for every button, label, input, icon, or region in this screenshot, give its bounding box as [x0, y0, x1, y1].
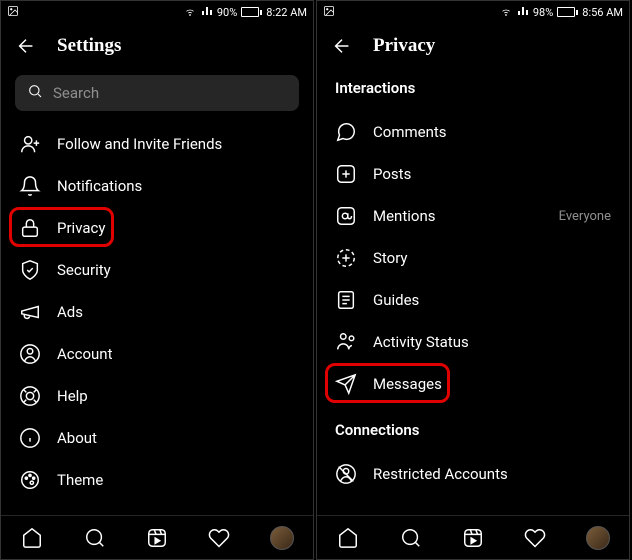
list-item-posts[interactable]: Posts	[317, 153, 629, 195]
battery-icon	[557, 7, 578, 17]
status-bar: 98% 8:56 AM	[317, 1, 629, 23]
info-icon	[19, 427, 41, 449]
list-item-label: Help	[57, 387, 295, 405]
signal-icon	[517, 5, 529, 20]
list-item-follow-invite[interactable]: Follow and Invite Friends	[1, 123, 313, 165]
header: Settings	[1, 23, 313, 69]
nav-activity[interactable]	[523, 526, 547, 550]
help-icon	[19, 385, 41, 407]
search-placeholder: Search	[53, 84, 99, 102]
list-item-security[interactable]: Security	[1, 249, 313, 291]
nav-reels[interactable]	[145, 526, 169, 550]
comment-icon	[335, 121, 357, 143]
wifi-icon	[499, 5, 513, 20]
privacy-list: Interactions Comments Posts Mentions Eve…	[317, 69, 629, 515]
mentions-icon	[335, 205, 357, 227]
list-item-label: Notifications	[57, 177, 295, 195]
list-item-label: Messages	[373, 375, 611, 393]
activity-icon	[335, 331, 357, 353]
list-item-about[interactable]: About	[1, 417, 313, 459]
search-input[interactable]: Search	[15, 75, 299, 111]
nav-activity[interactable]	[207, 526, 231, 550]
wifi-icon	[183, 5, 197, 20]
bottom-nav	[317, 515, 629, 559]
right-phone-privacy: 98% 8:56 AM Privacy Interactions Comment…	[316, 0, 630, 560]
nav-home[interactable]	[20, 526, 44, 550]
list-item-comments[interactable]: Comments	[317, 111, 629, 153]
list-item-story[interactable]: Story	[317, 237, 629, 279]
bell-icon	[19, 175, 41, 197]
list-item-label: About	[57, 429, 295, 447]
nav-reels[interactable]	[461, 526, 485, 550]
nav-search[interactable]	[83, 526, 107, 550]
avatar	[586, 526, 610, 550]
plus-box-icon	[335, 163, 357, 185]
battery-pct: 98%	[533, 6, 553, 19]
list-item-theme[interactable]: Theme	[1, 459, 313, 501]
battery-icon	[241, 7, 262, 17]
list-item-account[interactable]: Account	[1, 333, 313, 375]
list-item-label: Guides	[373, 291, 611, 309]
status-time: 8:56 AM	[582, 6, 623, 19]
theme-icon	[19, 469, 41, 491]
list-item-messages[interactable]: Messages	[317, 363, 629, 405]
nav-search[interactable]	[399, 526, 423, 550]
back-button[interactable]	[15, 35, 37, 57]
search-icon	[27, 83, 43, 103]
status-bar: 90% 8:22 AM	[1, 1, 313, 23]
page-title: Privacy	[373, 35, 435, 57]
list-item-ads[interactable]: Ads	[1, 291, 313, 333]
list-item-notifications[interactable]: Notifications	[1, 165, 313, 207]
header: Privacy	[317, 23, 629, 69]
list-item-label: Posts	[373, 165, 611, 183]
back-button[interactable]	[331, 35, 353, 57]
avatar	[270, 526, 294, 550]
nav-profile[interactable]	[586, 526, 610, 550]
picture-icon	[7, 5, 19, 20]
list-item-label: Activity Status	[373, 333, 611, 351]
signal-icon	[201, 5, 213, 20]
list-item-label: Follow and Invite Friends	[57, 135, 295, 153]
picture-icon	[323, 5, 335, 20]
list-item-label: Comments	[373, 123, 611, 141]
list-item-label: Restricted Accounts	[373, 465, 611, 483]
battery-pct: 90%	[217, 6, 237, 19]
nav-profile[interactable]	[270, 526, 294, 550]
account-icon	[19, 343, 41, 365]
left-phone-settings: 90% 8:22 AM Settings Search Follow and I…	[0, 0, 314, 560]
shield-icon	[19, 259, 41, 281]
list-item-label: Security	[57, 261, 295, 279]
page-title: Settings	[57, 35, 121, 57]
list-item-label: Account	[57, 345, 295, 363]
list-item-value: Everyone	[559, 209, 611, 224]
list-item-mentions[interactable]: Mentions Everyone	[317, 195, 629, 237]
nav-home[interactable]	[336, 526, 360, 550]
list-item-help[interactable]: Help	[1, 375, 313, 417]
guides-icon	[335, 289, 357, 311]
settings-list: Follow and Invite Friends Notifications …	[1, 123, 313, 515]
story-icon	[335, 247, 357, 269]
follow-icon	[19, 133, 41, 155]
list-item-label: Story	[373, 249, 611, 267]
megaphone-icon	[19, 301, 41, 323]
list-item-privacy[interactable]: Privacy	[1, 207, 313, 249]
restricted-icon	[335, 463, 357, 485]
list-item-label: Theme	[57, 471, 295, 489]
list-item-label: Mentions	[373, 207, 543, 225]
section-connections: Connections	[317, 405, 629, 453]
section-interactions: Interactions	[317, 69, 629, 111]
bottom-nav	[1, 515, 313, 559]
list-item-label: Ads	[57, 303, 295, 321]
lock-icon	[19, 217, 41, 239]
list-item-restricted[interactable]: Restricted Accounts	[317, 453, 629, 495]
messages-icon	[335, 373, 357, 395]
list-item-activity-status[interactable]: Activity Status	[317, 321, 629, 363]
list-item-label: Privacy	[57, 219, 295, 237]
list-item-guides[interactable]: Guides	[317, 279, 629, 321]
status-time: 8:22 AM	[266, 6, 307, 19]
